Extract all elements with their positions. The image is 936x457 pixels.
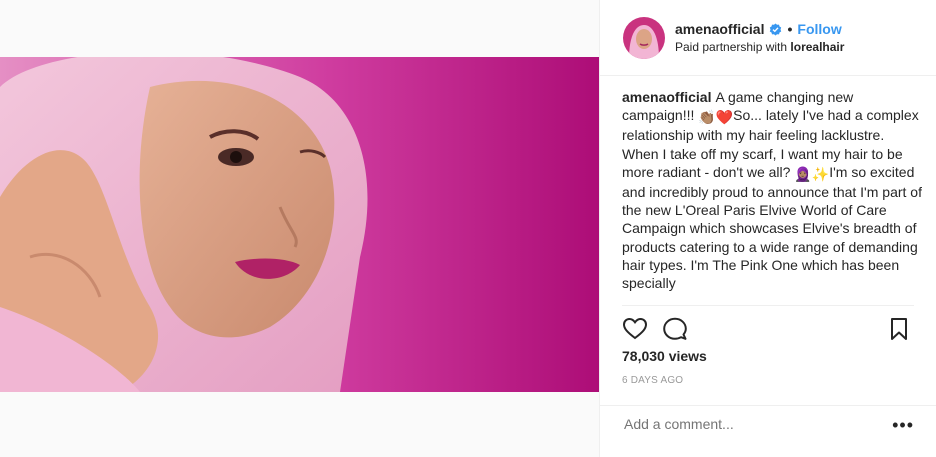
hijab-sparkle-emoji: 🧕🏽✨ xyxy=(794,165,830,182)
view-count[interactable]: 78,030 views xyxy=(622,348,707,364)
avatar[interactable] xyxy=(623,17,665,59)
action-bar xyxy=(622,316,918,342)
partnership-label: Paid partnership with xyxy=(675,40,788,54)
post-caption: amenaofficial A game changing new campaig… xyxy=(622,88,922,302)
caption-text-3: I'm so excited and incredibly proud to a… xyxy=(622,163,922,292)
separator-dot: • xyxy=(787,21,793,37)
bookmark-icon[interactable] xyxy=(886,316,912,342)
heart-icon[interactable] xyxy=(622,316,648,342)
follow-button[interactable]: Follow xyxy=(797,21,841,37)
post-timestamp[interactable]: 6 DAYS AGO xyxy=(622,375,683,386)
header-user-line: amenaofficial • Follow xyxy=(675,21,842,37)
comment-icon[interactable] xyxy=(662,316,688,342)
comment-input[interactable] xyxy=(622,415,876,433)
post-photo[interactable] xyxy=(0,57,599,392)
username-link[interactable]: amenaofficial xyxy=(675,21,764,37)
instagram-post: amenaofficial • Follow Paid partnership … xyxy=(0,0,936,457)
comment-form: ••• xyxy=(600,405,936,457)
post-media-area xyxy=(0,0,599,457)
partner-link[interactable]: lorealhair xyxy=(790,40,844,54)
post-side-panel: amenaofficial • Follow Paid partnership … xyxy=(600,0,936,457)
caption-username[interactable]: amenaofficial xyxy=(622,89,711,105)
post-header: amenaofficial • Follow Paid partnership … xyxy=(600,0,936,76)
verified-badge-icon xyxy=(769,23,782,36)
clap-heart-emoji: 👏🏽❤️ xyxy=(698,109,734,126)
caption-divider xyxy=(622,305,914,306)
paid-partnership-line: Paid partnership with lorealhair xyxy=(675,40,844,54)
more-options-icon[interactable]: ••• xyxy=(892,416,914,434)
